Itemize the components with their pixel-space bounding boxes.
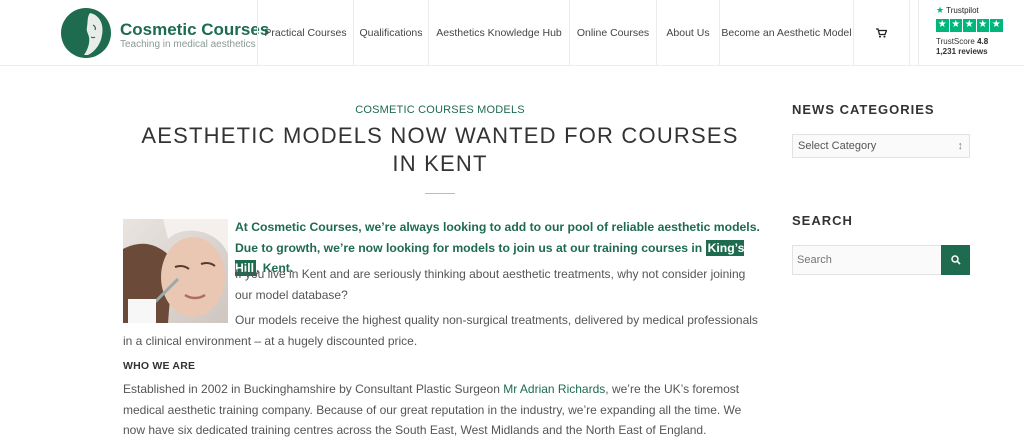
adrian-richards-link[interactable]: Mr Adrian Richards: [503, 382, 605, 396]
site-logo[interactable]: Cosmetic Courses Teaching in medical aes…: [60, 7, 269, 59]
trustpilot-star-icon: ★: [936, 5, 945, 15]
article-category-link[interactable]: COSMETIC COURSES MODELS: [340, 104, 540, 116]
trustpilot-widget[interactable]: ★ Trustpilot ★ ★ ★ ★ ★ TrustScore 4.8 1,…: [918, 0, 1024, 66]
category-select[interactable]: Select Category ↕: [792, 134, 970, 158]
search-input[interactable]: [792, 245, 942, 275]
shopping-cart-icon: [876, 28, 887, 38]
main-nav: Practical Courses Qualifications Aesthet…: [257, 0, 910, 66]
nav-become-aesthetic-model[interactable]: Become an Aesthetic Model: [719, 0, 853, 66]
logo-title: Cosmetic Courses: [120, 20, 270, 39]
trustpilot-stars: ★ ★ ★ ★ ★: [936, 19, 1003, 32]
trustpilot-reviews: 1,231 reviews: [936, 47, 988, 56]
site-header: Cosmetic Courses Teaching in medical aes…: [0, 0, 1024, 66]
star-icon: ★: [949, 19, 962, 32]
search-button[interactable]: [941, 245, 970, 275]
nav-practical-courses[interactable]: Practical Courses: [257, 0, 353, 66]
nav-aesthetics-knowledge-hub[interactable]: Aesthetics Knowledge Hub: [428, 0, 569, 66]
star-icon: ★: [936, 19, 949, 32]
trustscore-value: 4.8: [977, 37, 989, 46]
cart-button[interactable]: [853, 0, 910, 66]
logo-face-icon: [61, 8, 111, 58]
article-image: [123, 219, 228, 323]
trustscore-label: TrustScore: [936, 37, 975, 46]
select-arrows-icon: ↕: [957, 140, 964, 152]
trustpilot-review-count: 1,231 reviews: [936, 47, 988, 56]
star-icon: ★: [963, 19, 976, 32]
nav-online-courses[interactable]: Online Courses: [569, 0, 656, 66]
trustpilot-brand-label: Trustpilot: [946, 6, 979, 15]
search-heading: SEARCH: [792, 213, 853, 228]
category-select-value: Select Category: [798, 140, 877, 152]
page-title: AESTHETIC MODELS NOW WANTED FOR COURSES …: [141, 123, 739, 176]
section-heading-who-we-are: WHO WE ARE: [123, 360, 196, 372]
star-icon: ★: [990, 19, 1003, 32]
article-paragraph: Our models receive the highest quality n…: [123, 313, 758, 348]
search-icon: [950, 255, 961, 265]
article-paragraph: If you live in Kent and are seriously th…: [235, 267, 746, 302]
paragraph-text: Established in 2002 in Buckinghamshire b…: [123, 382, 500, 396]
trustpilot-brand: ★ Trustpilot: [936, 5, 979, 16]
lead-text: At Cosmetic Courses, we’re always lookin…: [235, 220, 760, 255]
nav-qualifications[interactable]: Qualifications: [353, 0, 428, 66]
nav-about-us[interactable]: About Us: [656, 0, 719, 66]
article-paragraph: Established in 2002 in Buckinghamshire b…: [123, 379, 763, 441]
trustscore: TrustScore 4.8: [936, 37, 988, 46]
news-categories-heading: NEWS CATEGORIES: [792, 102, 935, 117]
logo-tagline: Teaching in medical aesthetics: [120, 39, 256, 50]
title-divider: [425, 193, 455, 194]
star-icon: ★: [976, 19, 989, 32]
